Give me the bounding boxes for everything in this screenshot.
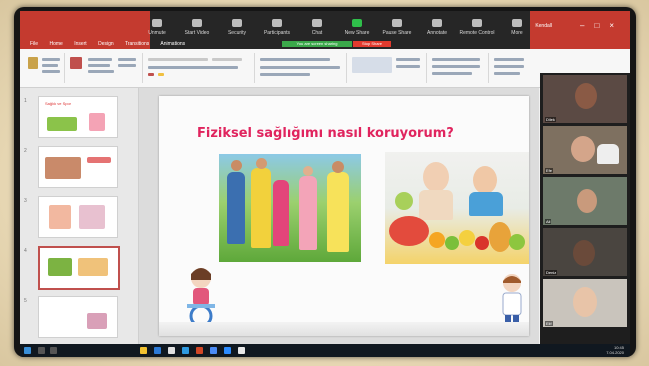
mail-icon[interactable] — [182, 347, 189, 354]
window-controls[interactable]: –□× — [580, 21, 624, 30]
tab-design[interactable]: Design — [98, 41, 114, 47]
camera-icon — [192, 19, 202, 27]
ribbon-group-editing — [490, 53, 534, 83]
start-video-label: Start Video — [184, 30, 210, 36]
pause-icon — [392, 19, 402, 27]
edge-icon[interactable] — [154, 347, 161, 354]
slide-thumbnail-3[interactable] — [38, 196, 118, 238]
thumbnail-number: 2 — [24, 148, 27, 154]
slide-thumbnail-1[interactable]: Sağlık ve Spor — [38, 96, 118, 138]
thumbnail-number: 4 — [24, 248, 27, 254]
participant-name: Efe — [545, 168, 554, 173]
participant-tile[interactable]: Ali — [543, 177, 627, 225]
running-children-photo — [219, 154, 361, 262]
ribbon-group-slides — [66, 53, 143, 83]
ribbon-group-styles — [428, 53, 489, 83]
thumbnail-title: Sağlık ve Spor — [45, 101, 72, 106]
powerpoint-icon[interactable] — [196, 347, 203, 354]
participants-label: Participants — [263, 30, 291, 36]
chrome-icon[interactable] — [210, 347, 217, 354]
more-label: More — [511, 30, 523, 36]
pause-share-label: Pause Share — [382, 30, 412, 36]
new-share-label: New Share — [344, 30, 370, 36]
chat-label: Chat — [311, 30, 323, 36]
cartoon-girl-wheelchair — [183, 264, 223, 328]
more-button[interactable]: More — [498, 17, 536, 45]
current-slide[interactable]: Fiziksel sağlığımı nasıl koruyorum? — [159, 96, 529, 336]
unmute-label: Unmute — [148, 30, 166, 36]
pen-icon — [432, 19, 442, 27]
participant-tile[interactable]: Dilek — [543, 75, 627, 123]
chat-icon — [312, 19, 322, 27]
share-screen-icon — [352, 19, 362, 27]
ribbon-group-clipboard — [24, 53, 65, 83]
participant-name: Ali — [545, 219, 552, 224]
tab-file[interactable]: File — [30, 41, 38, 47]
shield-icon — [232, 19, 242, 27]
participant-name: Elif — [545, 321, 553, 326]
slide-footer-band — [159, 322, 529, 336]
ppt-title-bar-right — [530, 11, 630, 49]
thumbnail-number: 5 — [24, 298, 27, 304]
remote-control-button[interactable]: Remote Control — [458, 17, 496, 45]
tab-insert[interactable]: Insert — [74, 41, 87, 47]
mouse-icon — [472, 19, 482, 27]
app-icon[interactable] — [238, 347, 245, 354]
thumbnail-number: 3 — [24, 198, 27, 204]
monitor: Unmute Start Video Security Participants… — [14, 7, 636, 357]
microphone-icon — [152, 19, 162, 27]
participant-name: Deniz — [545, 270, 558, 275]
security-button[interactable]: Security — [218, 17, 256, 45]
windows-taskbar: 10:45 7.04.2020 — [20, 344, 630, 357]
ppt-ribbon-tabs: File Home Insert Design Transitions Anim… — [30, 41, 195, 47]
ribbon-group-paragraph — [256, 53, 347, 83]
slide-thumbnail-5[interactable] — [38, 296, 118, 338]
thumbnail-number: 1 — [24, 98, 27, 104]
tab-animations[interactable]: Animations — [160, 41, 185, 47]
ribbon-group-font — [144, 53, 255, 83]
slide-thumbnail-2[interactable] — [38, 146, 118, 188]
remote-control-label: Remote Control — [459, 30, 495, 36]
tab-home[interactable]: Home — [49, 41, 62, 47]
more-dots-icon — [512, 19, 522, 27]
account-name: Kendall — [535, 23, 552, 29]
shared-screen: You are screen sharing Stop Share 1 Sağl… — [20, 41, 630, 344]
store-icon[interactable] — [168, 347, 175, 354]
ribbon-group-drawing — [348, 53, 427, 83]
task-view-icon[interactable] — [50, 347, 57, 354]
ppt-ribbon — [20, 49, 630, 88]
start-icon[interactable] — [24, 347, 31, 354]
participant-tile[interactable]: Deniz — [543, 228, 627, 276]
video-gallery: Dilek Efe Ali Deniz Elif — [540, 73, 630, 344]
people-icon — [272, 19, 282, 27]
slide-editor: Fiziksel sağlığımı nasıl koruyorum? — [139, 88, 539, 344]
file-explorer-icon[interactable] — [140, 347, 147, 354]
children-with-fruit-photo — [385, 152, 529, 264]
search-icon[interactable] — [38, 347, 45, 354]
system-clock[interactable]: 10:45 7.04.2020 — [606, 345, 624, 355]
participant-tile[interactable]: Efe — [543, 126, 627, 174]
participant-tile[interactable]: Elif — [543, 279, 627, 327]
stop-share-button[interactable]: Stop Share — [353, 41, 391, 47]
annotate-button[interactable]: Annotate — [418, 17, 456, 45]
slide-title: Fiziksel sağlığımı nasıl koruyorum? — [197, 126, 454, 141]
slide-thumbnail-4[interactable] — [38, 246, 120, 290]
clock-date: 7.04.2020 — [606, 350, 624, 355]
participant-name: Dilek — [545, 117, 556, 122]
zoom-icon[interactable] — [224, 347, 231, 354]
annotate-label: Annotate — [426, 30, 448, 36]
sharing-indicator: You are screen sharing — [282, 41, 352, 47]
security-label: Security — [227, 30, 247, 36]
slide-thumbnails-pane: 1 Sağlık ve Spor 2 3 4 5 — [20, 88, 139, 344]
tab-transitions[interactable]: Transitions — [125, 41, 149, 47]
